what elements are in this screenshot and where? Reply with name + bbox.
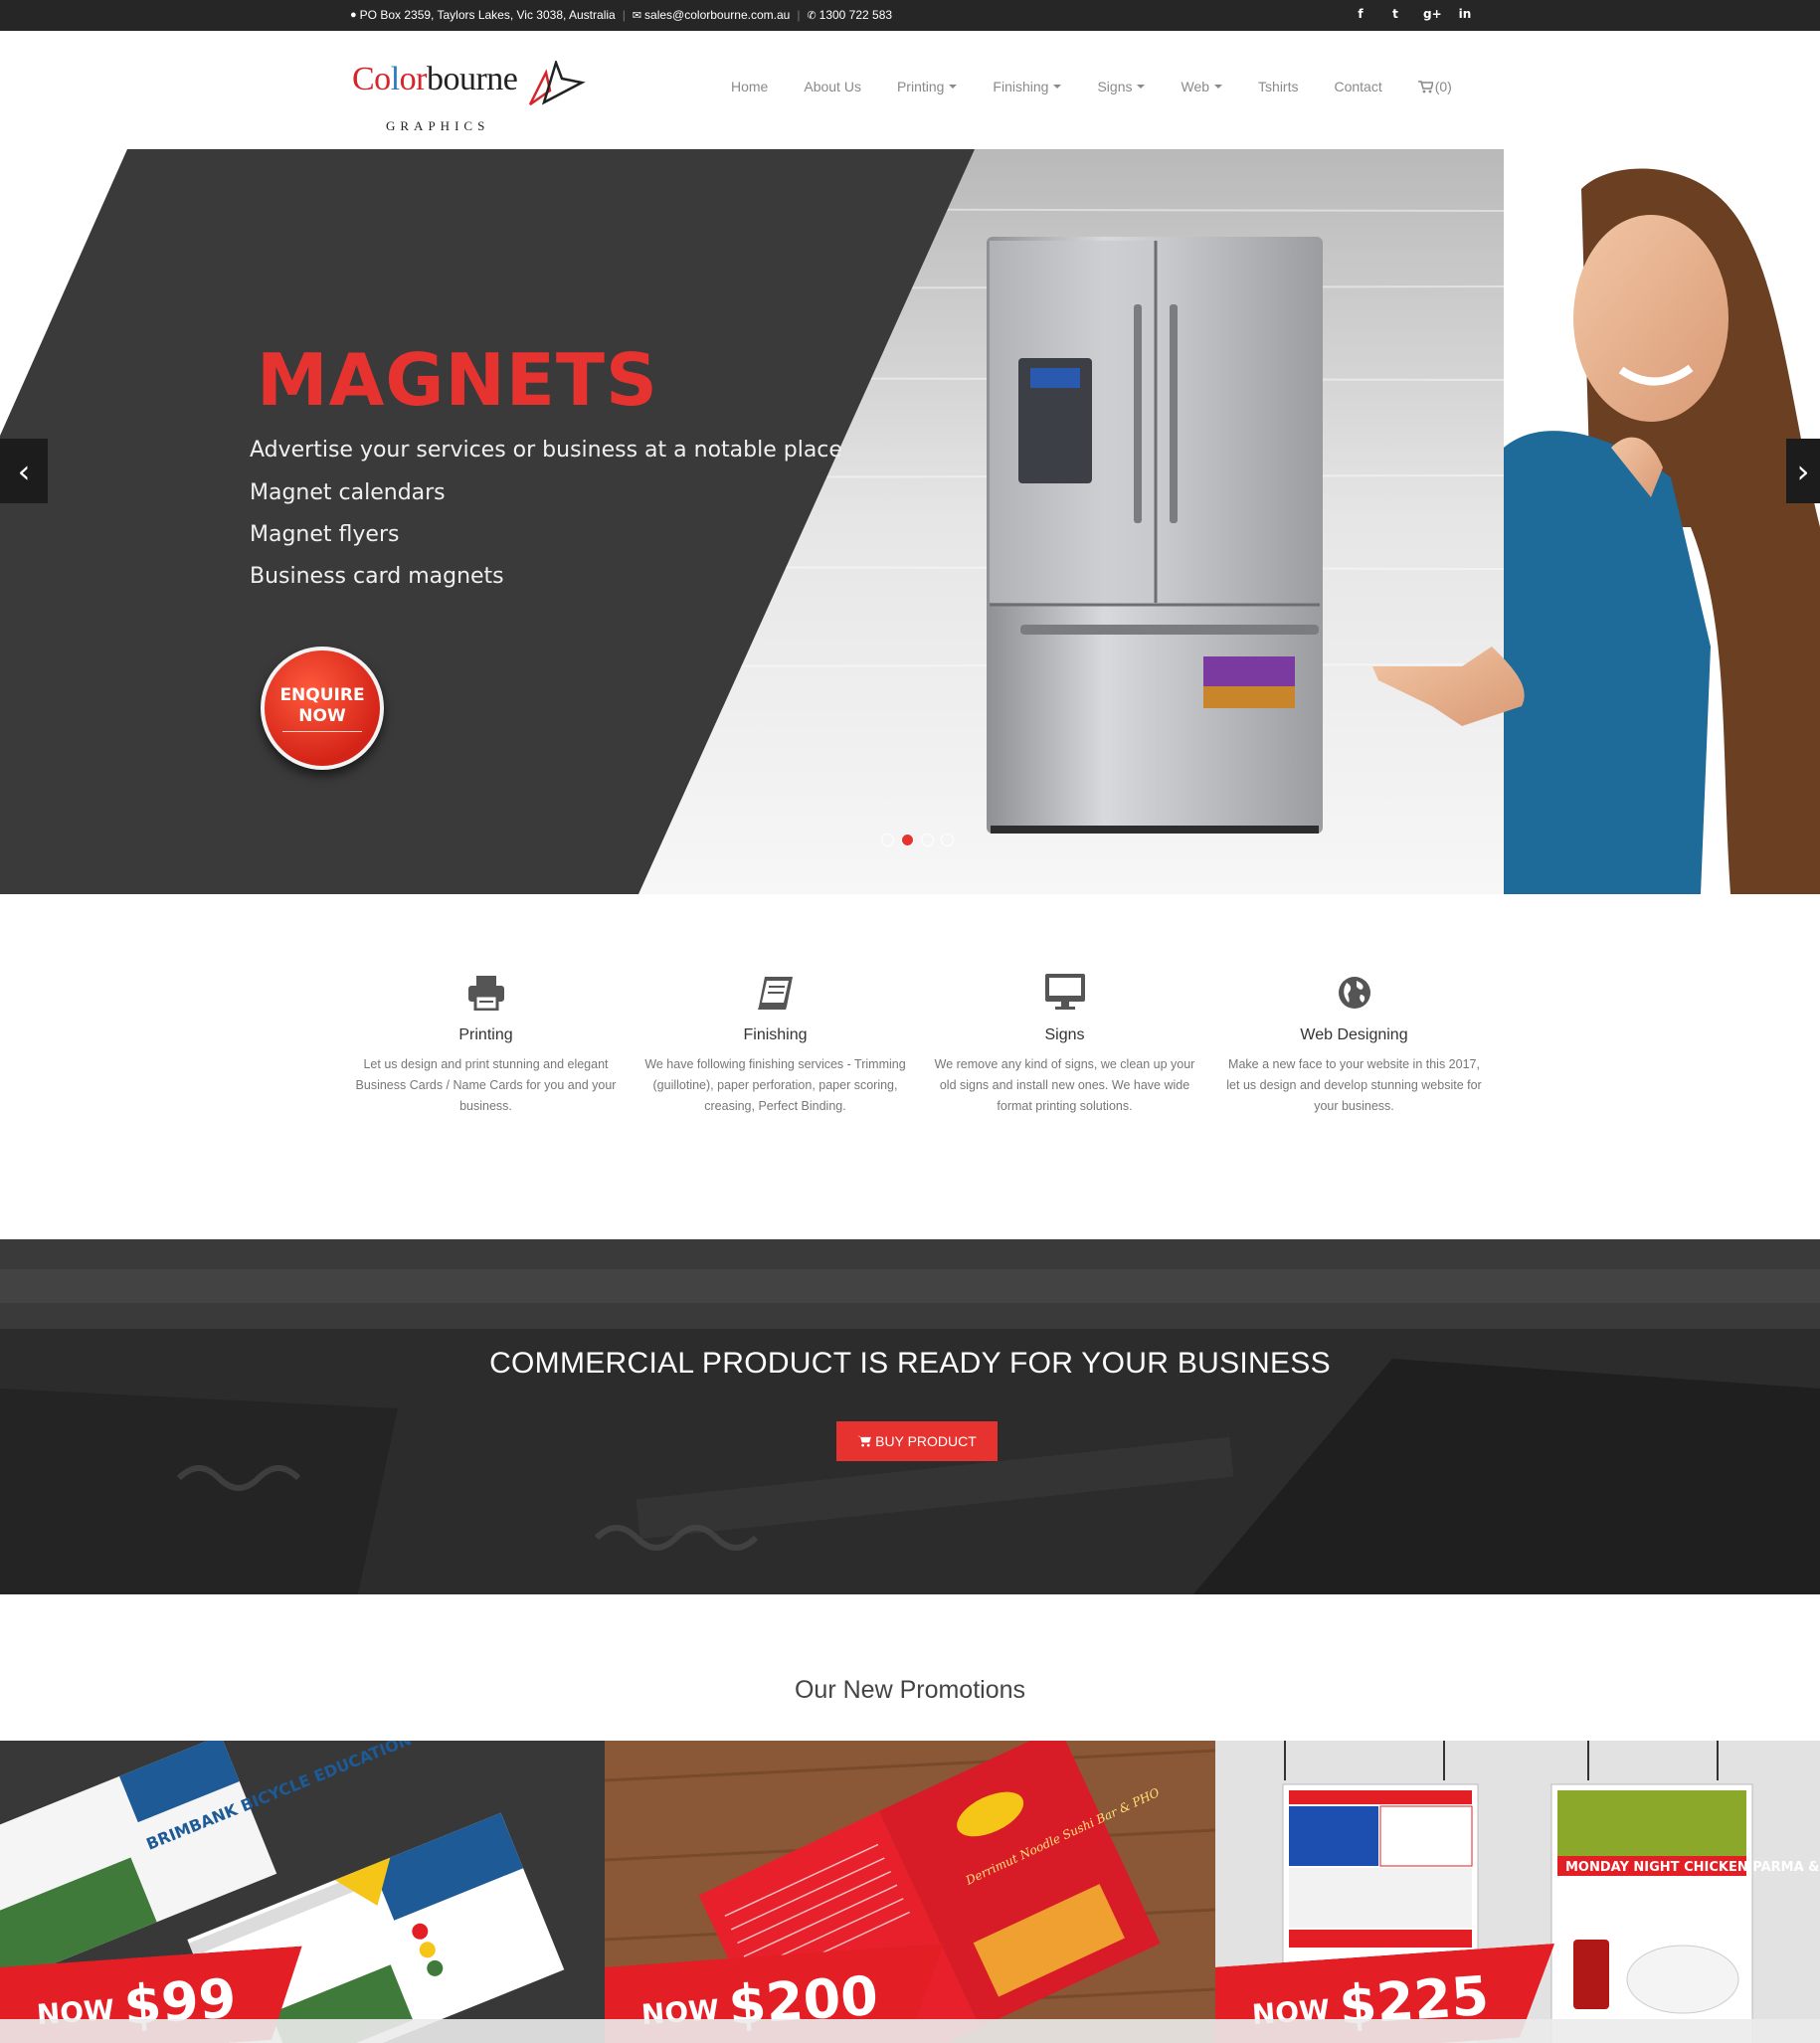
buy-product-button[interactable]: BUY PRODUCT bbox=[836, 1421, 998, 1461]
nav-finishing[interactable]: Finishing bbox=[993, 79, 1062, 94]
services-section: Printing Let us design and print stunnin… bbox=[341, 965, 1499, 1124]
slider-dot-active[interactable] bbox=[901, 834, 914, 846]
slider-dot[interactable] bbox=[881, 834, 894, 846]
top-bar: ● PO Box 2359, Taylors Lakes, Vic 3038, A… bbox=[0, 0, 1820, 31]
service-title: Web Designing bbox=[1300, 1026, 1408, 1043]
service-finishing: Finishing We have following finishing se… bbox=[631, 965, 920, 1124]
slider-indicators bbox=[881, 834, 954, 846]
printer-icon bbox=[467, 976, 504, 1011]
now-label: NOW bbox=[298, 705, 346, 726]
logo-arrow-mark bbox=[528, 61, 586, 106]
promo-caption-bar bbox=[1215, 2019, 1820, 2043]
slider-dot[interactable] bbox=[921, 834, 934, 846]
envelope-icon: ✉ bbox=[632, 9, 642, 22]
slider-dot[interactable] bbox=[941, 834, 954, 846]
service-description: We remove any kind of signs, we clean up… bbox=[934, 1057, 1195, 1113]
address: ● PO Box 2359, Taylors Lakes, Vic 3038, A… bbox=[350, 8, 616, 22]
service-title: Signs bbox=[1044, 1026, 1085, 1043]
service-title: Finishing bbox=[743, 1026, 808, 1043]
nav-contact[interactable]: Contact bbox=[1334, 79, 1381, 94]
service-web-designing: Web Designing Make a new face to your we… bbox=[1209, 965, 1499, 1124]
nav-about[interactable]: About Us bbox=[804, 79, 861, 94]
globe-icon bbox=[1338, 977, 1370, 1009]
caret-down-icon bbox=[949, 85, 958, 89]
logo[interactable]: Colorbourne GRAPHICS bbox=[352, 61, 586, 133]
email[interactable]: ✉ sales@colorbourne.com.au bbox=[633, 8, 790, 22]
buy-product-label: BUY PRODUCT bbox=[875, 1433, 977, 1449]
nav-web[interactable]: Web bbox=[1181, 79, 1223, 94]
hero-title: MAGNETS bbox=[257, 338, 658, 422]
hero-line: Magnet calendars bbox=[250, 480, 446, 505]
email-text[interactable]: sales@colorbourne.com.au bbox=[644, 8, 790, 22]
button-divider bbox=[282, 730, 362, 732]
social-links: f t g+ in bbox=[1354, 7, 1472, 21]
promo-caption-bar bbox=[0, 2019, 605, 2043]
promo-card[interactable]: Derrimut Noodle Sushi Bar & PHO NOW $200 bbox=[605, 1741, 1215, 2043]
hero-slider: MAGNETS Advertise your services or busin… bbox=[0, 149, 1820, 894]
promo-card[interactable]: MONDAY NIGHT CHICKEN PARMA & PEPSI $10 N… bbox=[1215, 1741, 1820, 2043]
map-marker-icon: ● bbox=[350, 9, 357, 21]
site-header: Colorbourne GRAPHICS Home About Us Print… bbox=[0, 31, 1820, 149]
address-text: PO Box 2359, Taylors Lakes, Vic 3038, Au… bbox=[359, 8, 616, 22]
desktop-icon bbox=[1044, 974, 1085, 1010]
nav-cart[interactable]: (0) bbox=[1417, 79, 1452, 94]
cart-icon bbox=[857, 1435, 872, 1447]
cta-banner: COMMERCIAL PRODUCT IS READY FOR YOUR BUS… bbox=[0, 1239, 1820, 1594]
promo-card[interactable]: BRIMBANK BICYCLE EDUCATION CENTRE NOW $9… bbox=[0, 1741, 605, 2043]
service-description: We have following finishing services - T… bbox=[644, 1057, 906, 1113]
service-title: Printing bbox=[458, 1026, 513, 1043]
nav-home[interactable]: Home bbox=[731, 79, 768, 94]
service-signs: Signs We remove any kind of signs, we cl… bbox=[920, 965, 1209, 1124]
chevron-right-icon: › bbox=[1796, 452, 1810, 490]
logo-subtitle: GRAPHICS bbox=[386, 118, 490, 133]
twitter-icon[interactable]: t bbox=[1388, 7, 1402, 21]
chevron-left-icon: ‹ bbox=[17, 452, 31, 490]
service-printing: Printing Let us design and print stunnin… bbox=[341, 965, 631, 1124]
caret-down-icon bbox=[1137, 85, 1146, 89]
caret-down-icon bbox=[1214, 85, 1223, 89]
enquire-now-button[interactable]: ENQUIRE NOW bbox=[261, 647, 384, 770]
promo-caption-bar bbox=[605, 2019, 1215, 2043]
slider-next-button[interactable]: › bbox=[1786, 439, 1820, 503]
linkedin-icon[interactable]: in bbox=[1458, 7, 1472, 21]
slider-prev-button[interactable]: ‹ bbox=[0, 439, 48, 503]
logo-wordmark: Colorbourne bbox=[352, 61, 518, 97]
contact-info: ● PO Box 2359, Taylors Lakes, Vic 3038, A… bbox=[350, 8, 893, 22]
nav-printing[interactable]: Printing bbox=[897, 79, 958, 94]
enquire-label: ENQUIRE bbox=[279, 684, 365, 705]
google-plus-icon[interactable]: g+ bbox=[1423, 7, 1442, 21]
hero-line: Advertise your services or business at a… bbox=[250, 438, 842, 463]
book-icon bbox=[757, 977, 793, 1010]
banner-background-image bbox=[0, 1239, 1820, 1594]
phone-icon: ✆ bbox=[807, 9, 817, 22]
hero-line: Business card magnets bbox=[250, 564, 504, 589]
promotions-title: Our New Promotions bbox=[794, 1676, 1026, 1704]
phone-text[interactable]: 1300 722 583 bbox=[819, 8, 892, 22]
nav-tshirts[interactable]: Tshirts bbox=[1258, 79, 1298, 94]
cart-count[interactable]: (0) bbox=[1435, 79, 1452, 94]
service-description: Let us design and print stunning and ele… bbox=[355, 1057, 617, 1113]
hero-line: Magnet flyers bbox=[250, 522, 400, 547]
service-description: Make a new face to your website in this … bbox=[1226, 1057, 1482, 1113]
banner-title: COMMERCIAL PRODUCT IS READY FOR YOUR BUS… bbox=[489, 1347, 1331, 1380]
svg-text:MONDAY NIGHT CHICKEN PARMA & P: MONDAY NIGHT CHICKEN PARMA & PEPSI $10 bbox=[1565, 1860, 1820, 1875]
caret-down-icon bbox=[1053, 85, 1062, 89]
phone[interactable]: ✆ 1300 722 583 bbox=[807, 8, 892, 22]
promotions-grid: BRIMBANK BICYCLE EDUCATION CENTRE NOW $9… bbox=[0, 1741, 1820, 2043]
nav-signs[interactable]: Signs bbox=[1097, 79, 1146, 94]
facebook-icon[interactable]: f bbox=[1354, 7, 1367, 21]
main-nav: Home About Us Printing Finishing Signs W… bbox=[731, 79, 1452, 94]
cart-icon bbox=[1417, 80, 1433, 93]
